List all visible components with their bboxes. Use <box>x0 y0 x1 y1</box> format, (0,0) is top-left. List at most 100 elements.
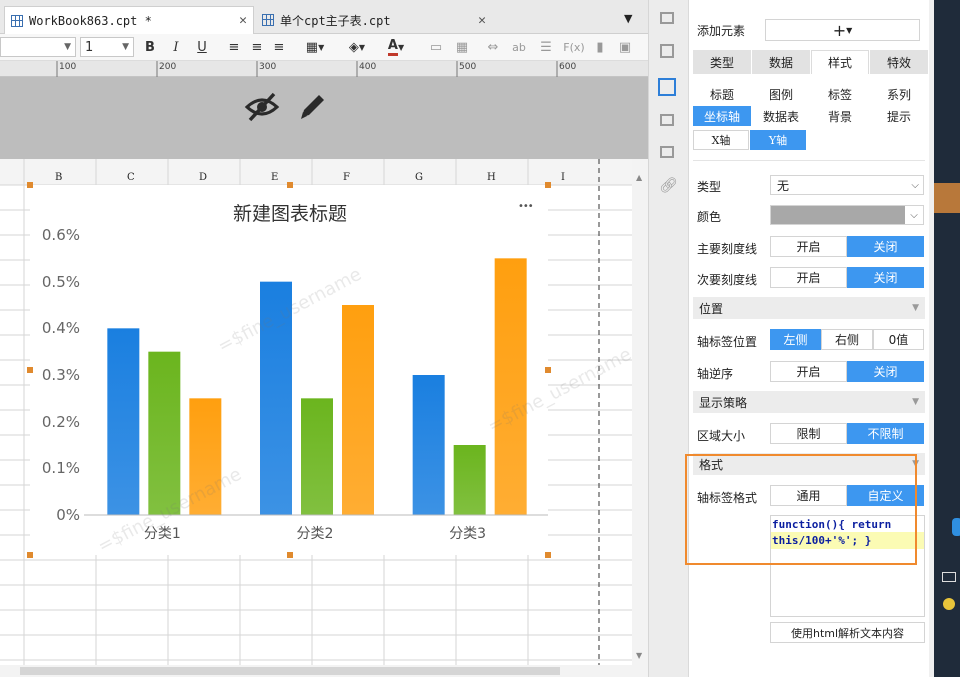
format-section-header[interactable]: 格式 ▼ <box>693 453 925 475</box>
major-tick-on-button[interactable]: 开启 <box>770 236 847 257</box>
link-icon[interactable]: 🔗︎ <box>659 176 678 194</box>
align-right-icon[interactable]: ≡ <box>270 37 288 57</box>
subtab-legend[interactable]: 图例 <box>752 84 810 104</box>
resize-handle[interactable] <box>287 552 293 558</box>
list-icon[interactable] <box>660 146 674 158</box>
column-header[interactable]: D <box>199 172 207 183</box>
position-zero-button[interactable]: 0值 <box>873 329 924 350</box>
widget-settings-icon[interactable] <box>660 44 674 58</box>
text-icon[interactable]: ab <box>510 37 528 57</box>
close-icon[interactable]: ✕ <box>239 13 247 28</box>
column-header[interactable]: F <box>343 172 350 183</box>
format-custom-button[interactable]: 自定义 <box>847 485 924 506</box>
formula-icon[interactable]: F(x) <box>562 37 586 57</box>
tab-list-icon[interactable]: ▼ <box>624 12 632 25</box>
tab-style[interactable]: 样式 <box>811 50 869 74</box>
bar-series2-cat3[interactable] <box>453 445 486 515</box>
subtab-label[interactable]: 标签 <box>811 84 869 104</box>
scroll-up-icon[interactable]: ▲ <box>636 173 642 182</box>
taskbar-app-icon[interactable] <box>934 183 960 213</box>
bar-series3-cat1[interactable] <box>189 398 222 515</box>
column-header[interactable]: H <box>487 172 496 183</box>
tab-data[interactable]: 数据 <box>752 50 810 74</box>
insert-image-icon[interactable]: ▣ <box>616 37 634 57</box>
major-tick-off-button[interactable]: 关闭 <box>847 236 924 257</box>
align-center-icon[interactable]: ≡ <box>248 37 266 57</box>
resize-handle[interactable] <box>287 182 293 188</box>
subtab-axis[interactable]: 坐标轴 <box>693 106 751 126</box>
tab-y-axis[interactable]: Y轴 <box>750 130 806 150</box>
italic-button[interactable]: I <box>166 37 186 57</box>
cell-attributes-icon[interactable] <box>660 12 674 24</box>
reverse-on-button[interactable]: 开启 <box>770 361 847 382</box>
column-header[interactable]: E <box>271 172 278 183</box>
pencil-icon[interactable] <box>296 91 328 123</box>
resize-handle[interactable] <box>545 367 551 373</box>
subtab-title[interactable]: 标题 <box>693 84 751 104</box>
bar-series3-cat2[interactable] <box>342 305 374 515</box>
bar-series3-cat3[interactable] <box>494 258 527 515</box>
fill-color-icon[interactable]: ◈ ▼ <box>342 37 372 57</box>
position-left-button[interactable]: 左侧 <box>770 329 821 350</box>
bar-series1-cat1[interactable] <box>107 328 140 515</box>
bar-series1-cat2[interactable] <box>260 281 292 515</box>
font-size-select[interactable]: 1 ▼ <box>80 37 134 57</box>
eye-off-icon[interactable] <box>244 91 280 123</box>
bar-series1-cat3[interactable] <box>412 375 445 515</box>
chart-attributes-icon[interactable] <box>658 78 676 96</box>
resize-handle[interactable] <box>27 552 33 558</box>
align-left-icon[interactable]: ≡ <box>225 37 243 57</box>
resize-handle[interactable] <box>545 182 551 188</box>
column-header[interactable]: G <box>415 172 423 183</box>
tab-x-axis[interactable]: X轴 <box>693 130 749 150</box>
column-header[interactable]: I <box>561 172 565 183</box>
underline-button[interactable]: U <box>192 37 212 57</box>
more-icon[interactable]: ••• <box>518 201 534 212</box>
subtab-background[interactable]: 背景 <box>811 106 869 126</box>
close-icon[interactable]: ✕ <box>478 13 486 28</box>
merge-cells-icon[interactable]: ▭ <box>428 37 444 57</box>
area-limit-button[interactable]: 限制 <box>770 423 847 444</box>
taskbar-notification-icon[interactable] <box>952 518 960 536</box>
wrap-icon[interactable]: ⇔ <box>484 37 502 57</box>
axis-type-select[interactable]: 无 ⌵ <box>770 175 924 195</box>
tab-effects[interactable]: 特效 <box>870 50 928 74</box>
axis-color-picker[interactable]: ⌵ <box>770 205 924 225</box>
minor-tick-on-button[interactable]: 开启 <box>770 267 847 288</box>
column-header[interactable]: B <box>55 172 62 183</box>
subtab-datasheet[interactable]: 数据表 <box>752 106 810 126</box>
font-family-select[interactable]: ▼ <box>0 37 76 57</box>
bar-series2-cat2[interactable] <box>301 398 333 515</box>
subtab-tooltip[interactable]: 提示 <box>870 106 928 126</box>
condition-icon[interactable] <box>660 114 674 126</box>
tab-workbook863[interactable]: WorkBook863.cpt * ✕ <box>4 6 254 34</box>
minor-tick-off-button[interactable]: 关闭 <box>847 267 924 288</box>
subtab-series[interactable]: 系列 <box>870 84 928 104</box>
resize-handle[interactable] <box>27 182 33 188</box>
resize-handle[interactable] <box>27 367 33 373</box>
bold-button[interactable]: B <box>140 37 160 57</box>
font-color-icon[interactable]: A ▼ <box>380 37 412 57</box>
custom-format-code-editor[interactable]: function(){ return this/100+'%'; } <box>770 515 925 617</box>
tab-type[interactable]: 类型 <box>693 50 751 74</box>
status-icon[interactable] <box>943 598 955 610</box>
format-general-button[interactable]: 通用 <box>770 485 847 506</box>
border-icon[interactable]: ▦ ▼ <box>300 37 330 57</box>
battery-icon[interactable] <box>942 572 956 582</box>
html-parse-button[interactable]: 使用html解析文本内容 <box>770 622 925 643</box>
column-header[interactable]: C <box>127 172 135 183</box>
chart-title[interactable]: 新建图表标题 <box>228 199 352 226</box>
tab-single-cpt[interactable]: 单个cpt主子表.cpt ✕ <box>256 6 492 34</box>
position-section-header[interactable]: 位置 ▼ <box>693 297 925 319</box>
display-strategy-section-header[interactable]: 显示策略 ▼ <box>693 391 925 413</box>
bar-series2-cat1[interactable] <box>148 351 181 515</box>
add-element-button[interactable]: + ▼ <box>765 19 920 41</box>
indent-icon[interactable]: ☰ <box>537 37 555 57</box>
split-cells-icon[interactable]: ▦ <box>454 37 470 57</box>
scroll-down-icon[interactable]: ▼ <box>636 651 642 660</box>
insert-chart-icon[interactable]: ▮ <box>592 37 608 57</box>
position-right-button[interactable]: 右侧 <box>821 329 873 350</box>
area-unlimited-button[interactable]: 不限制 <box>847 423 924 444</box>
reverse-off-button[interactable]: 关闭 <box>847 361 924 382</box>
resize-handle[interactable] <box>545 552 551 558</box>
